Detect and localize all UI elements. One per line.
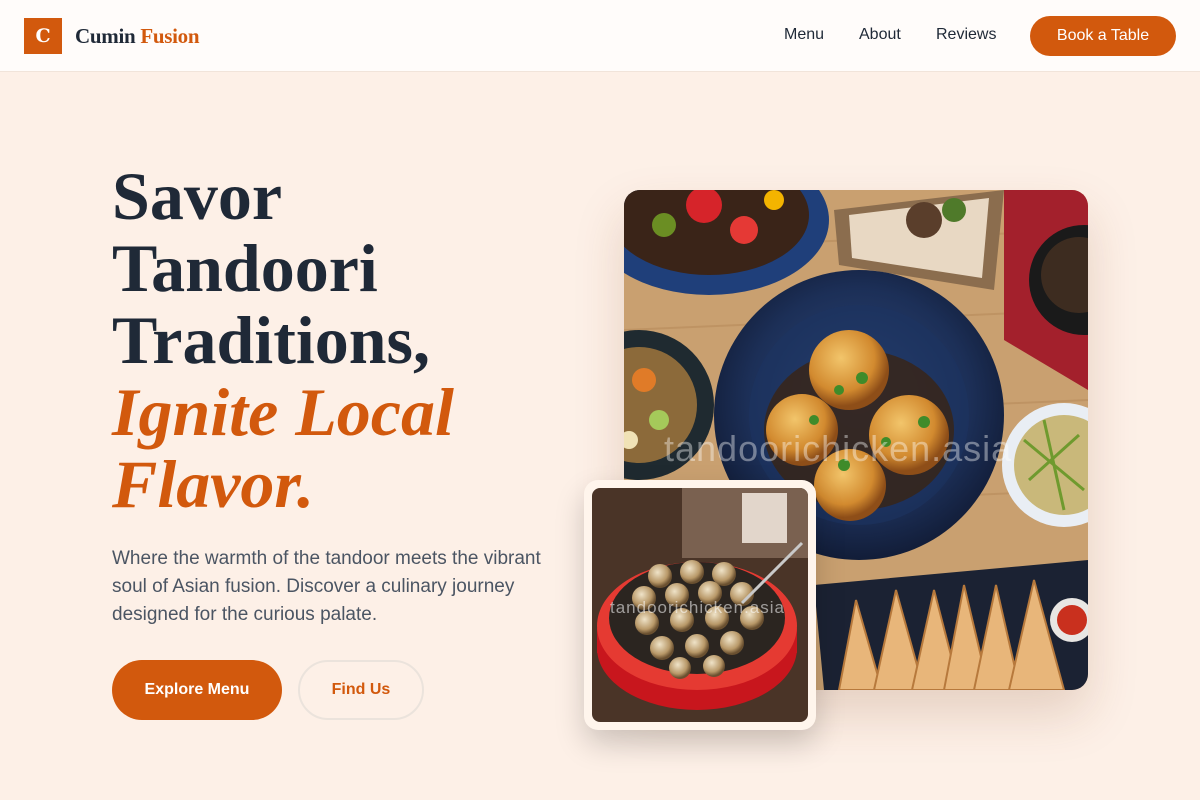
headline-accent-line-1: Ignite Local <box>112 374 454 450</box>
hero-inset-photo: tandoorichicken.asia <box>592 488 808 722</box>
book-table-button[interactable]: Book a Table <box>1030 16 1176 56</box>
inset-photo-illustration <box>592 488 808 722</box>
headline-line-3: Traditions, <box>112 302 431 378</box>
headline-line-2: Tandoori <box>112 230 378 306</box>
brand-word-second: Fusion <box>140 24 200 48</box>
find-us-button[interactable]: Find Us <box>298 660 424 720</box>
brand-word-first: Cumin <box>75 24 136 48</box>
hero-inset-photo-frame: tandoorichicken.asia <box>584 480 816 730</box>
explore-menu-button[interactable]: Explore Menu <box>112 660 282 720</box>
nav-link-menu[interactable]: Menu <box>784 26 824 44</box>
headline-line-1: Savor <box>112 158 282 234</box>
hero-description: Where the warmth of the tandoor meets th… <box>112 548 541 625</box>
headline-accent-line-2: Flavor. <box>112 446 315 522</box>
logo-icon[interactable]: C <box>24 18 62 54</box>
nav-link-about[interactable]: About <box>859 26 901 44</box>
nav-link-reviews[interactable]: Reviews <box>936 26 996 44</box>
site-header: C Cumin Fusion Menu About Reviews Book a… <box>0 0 1200 72</box>
brand-name[interactable]: Cumin Fusion <box>75 24 200 49</box>
hero-headline: Savor Tandoori Traditions, Ignite Local … <box>112 160 592 520</box>
